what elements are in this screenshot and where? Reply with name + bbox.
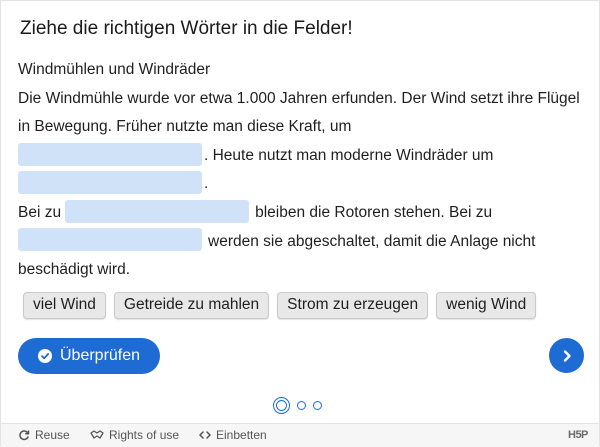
text-line1: Die Windmühle wurde vor etwa 1.000 Jahre…: [18, 89, 580, 136]
checkmark-icon: [38, 349, 52, 363]
text-after-blank1: . Heute nutzt man moderne Windräder um: [204, 146, 494, 164]
h5p-container: Ziehe die richtigen Wörter in die Felder…: [0, 0, 600, 447]
reuse-icon: [19, 430, 30, 441]
drop-zone-1[interactable]: [18, 142, 202, 166]
draggable-words: viel Wind Getreide zu mahlen Strom zu er…: [23, 292, 537, 319]
pager-dot-current[interactable]: [273, 397, 290, 414]
check-button[interactable]: Überprüfen: [18, 338, 160, 374]
chevron-right-icon: [563, 349, 571, 362]
task-title: Ziehe die richtigen Wörter in die Felder…: [20, 18, 353, 39]
rights-label: Rights of use: [109, 428, 180, 442]
text-before-blank3: Bei zu: [18, 203, 62, 221]
drop-zone-2[interactable]: [18, 171, 202, 195]
pager-dot[interactable]: [297, 401, 306, 410]
text-heading: Windmühlen und Windräder: [18, 61, 211, 78]
cloze-text: Windmühlen und Windräder Die Windmühle w…: [18, 56, 588, 285]
draggable-word[interactable]: wenig Wind: [436, 292, 537, 319]
rights-of-use-link[interactable]: Rights of use: [90, 428, 179, 442]
reuse-label: Reuse: [35, 428, 70, 442]
embed-link[interactable]: Einbetten: [199, 428, 267, 442]
drop-zone-3[interactable]: [65, 199, 250, 223]
pager-dots: [273, 397, 322, 414]
footer-bar: Reuse Rights of use Einbetten H5P: [1, 423, 599, 447]
embed-label: Einbetten: [216, 428, 267, 442]
code-icon: [199, 431, 211, 439]
check-button-label: Überprüfen: [60, 347, 141, 364]
reuse-link[interactable]: Reuse: [18, 428, 70, 442]
drop-zone-4[interactable]: [18, 228, 202, 252]
text-after-blank3: bleiben die Rotoren stehen. Bei zu: [255, 203, 493, 221]
text-after-blank2: .: [204, 175, 209, 193]
pager-dot[interactable]: [313, 401, 322, 410]
draggable-word[interactable]: Strom zu erzeugen: [277, 292, 429, 319]
draggable-word[interactable]: Getreide zu mahlen: [113, 292, 270, 319]
h5p-logo[interactable]: H5P: [568, 429, 588, 441]
next-button[interactable]: [549, 338, 584, 373]
handshake-icon: [90, 430, 104, 439]
text-paragraph: Die Windmühle wurde vor etwa 1.000 Jahre…: [18, 85, 588, 285]
draggable-word[interactable]: viel Wind: [23, 292, 106, 319]
